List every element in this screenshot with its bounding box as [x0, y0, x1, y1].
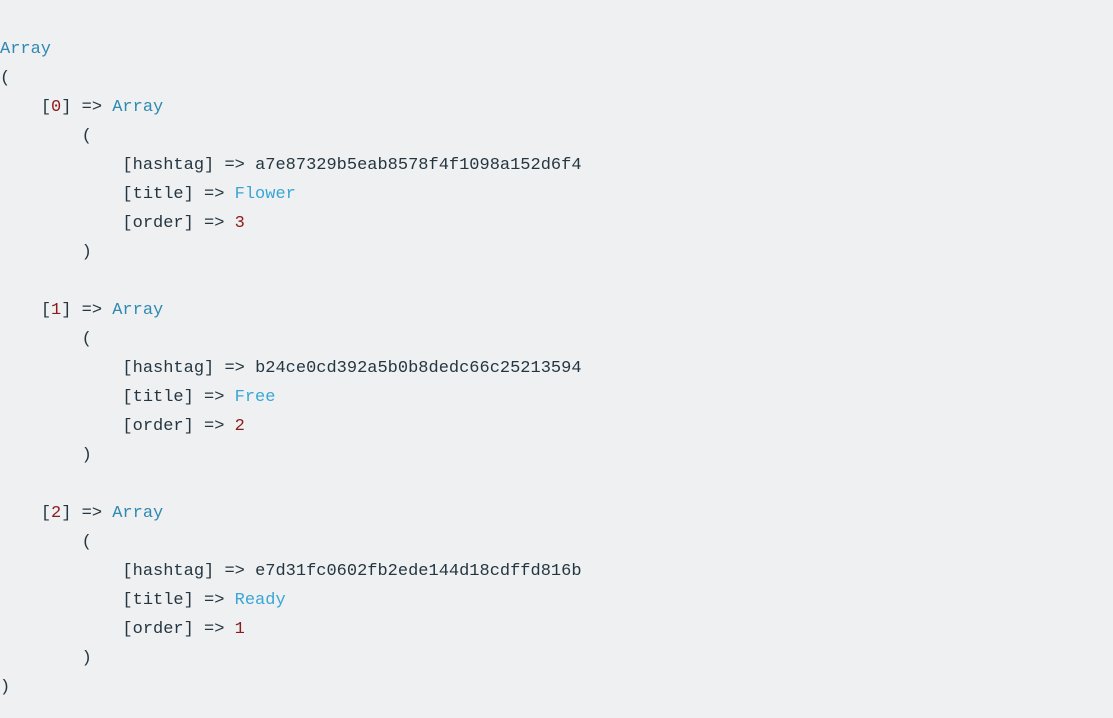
line-item-1-hashtag: [hashtag] => b24ce0cd392a5b0b8dedc66c252…: [0, 354, 1113, 383]
arrow: =>: [204, 620, 225, 639]
line-item-1-order: [order] => 2: [0, 412, 1113, 441]
close-paren: ): [81, 649, 92, 668]
item-index: 2: [51, 504, 62, 523]
bracket-open: [: [122, 185, 133, 204]
bracket-close: ]: [61, 301, 72, 320]
key-label-title: title: [132, 185, 184, 204]
item-index: 0: [51, 98, 62, 117]
line-item-0-close-paren: ): [0, 238, 1113, 267]
line-root-open-paren: (: [0, 64, 1113, 93]
key-label-order: order: [132, 417, 184, 436]
arrow: =>: [81, 301, 103, 320]
line-item-2-hashtag: [hashtag] => e7d31fc0602fb2ede144d18cdff…: [0, 557, 1113, 586]
line-item-1-header: [1] => Array: [0, 296, 1113, 325]
value-order: 1: [234, 620, 245, 639]
bracket-close: ]: [183, 417, 194, 436]
line-item-2-title: [title] => Ready: [0, 586, 1113, 615]
bracket-close: ]: [204, 359, 215, 378]
line-item-0-header: [0] => Array: [0, 93, 1113, 122]
value-hashtag: a7e87329b5eab8578f4f1098a152d6f4: [255, 156, 582, 175]
bracket-open: [: [122, 214, 133, 233]
close-paren: ): [81, 243, 92, 262]
bracket-close: ]: [183, 185, 194, 204]
line-item-2-header: [2] => Array: [0, 499, 1113, 528]
line-blank: [0, 470, 1113, 499]
bracket-open: [: [40, 301, 52, 320]
arrow: =>: [81, 98, 103, 117]
bracket-close: ]: [204, 562, 215, 581]
bracket-close: ]: [183, 388, 194, 407]
arrow: =>: [204, 185, 225, 204]
bracket-close: ]: [183, 620, 194, 639]
bracket-open: [: [122, 388, 133, 407]
value-title: Flower: [234, 185, 296, 204]
line-item-2-order: [order] => 1: [0, 615, 1113, 644]
array-keyword: Array: [112, 504, 164, 523]
arrow: =>: [81, 504, 103, 523]
key-label-hashtag: hashtag: [132, 359, 205, 378]
arrow: =>: [224, 359, 245, 378]
bracket-close: ]: [204, 156, 215, 175]
line-item-2-close-paren: ): [0, 644, 1113, 673]
bracket-open: [: [122, 156, 133, 175]
array-keyword: Array: [112, 98, 164, 117]
bracket-close: ]: [183, 214, 194, 233]
value-title: Ready: [234, 591, 286, 610]
open-paren: (: [81, 127, 92, 146]
bracket-open: [: [40, 98, 52, 117]
line-blank: [0, 267, 1113, 296]
key-label-order: order: [132, 620, 184, 639]
value-hashtag: b24ce0cd392a5b0b8dedc66c25213594: [255, 359, 582, 378]
arrow: =>: [204, 591, 225, 610]
line-item-0-title: [title] => Flower: [0, 180, 1113, 209]
arrow: =>: [224, 156, 245, 175]
line-item-2-open-paren: (: [0, 528, 1113, 557]
array-keyword: Array: [0, 40, 52, 59]
key-label-title: title: [132, 388, 184, 407]
line-item-0-hashtag: [hashtag] => a7e87329b5eab8578f4f1098a15…: [0, 151, 1113, 180]
bracket-close: ]: [183, 591, 194, 610]
bracket-open: [: [122, 591, 133, 610]
line-root-close-paren: ): [0, 673, 1113, 702]
close-paren: ): [81, 446, 92, 465]
print-r-output: Array( [0] => Array ( [hashtag] => a7e87…: [0, 17, 1113, 718]
bracket-open: [: [122, 620, 133, 639]
arrow: =>: [224, 562, 245, 581]
line-item-0-order: [order] => 3: [0, 209, 1113, 238]
key-label-hashtag: hashtag: [132, 562, 205, 581]
line-item-1-close-paren: ): [0, 441, 1113, 470]
line-item-0-open-paren: (: [0, 122, 1113, 151]
line-root-keyword: Array: [0, 35, 1113, 64]
array-keyword: Array: [112, 301, 164, 320]
key-label-title: title: [132, 591, 184, 610]
arrow: =>: [204, 388, 225, 407]
item-index: 1: [51, 301, 62, 320]
bracket-open: [: [122, 359, 133, 378]
open-paren: (: [0, 69, 11, 88]
bracket-open: [: [122, 562, 133, 581]
value-title: Free: [234, 388, 276, 407]
bracket-open: [: [40, 504, 52, 523]
value-order: 2: [234, 417, 245, 436]
bracket-close: ]: [61, 98, 72, 117]
open-paren: (: [81, 533, 92, 552]
arrow: =>: [204, 417, 225, 436]
line-item-1-open-paren: (: [0, 325, 1113, 354]
close-paren: ): [0, 678, 11, 697]
value-hashtag: e7d31fc0602fb2ede144d18cdffd816b: [255, 562, 582, 581]
key-label-order: order: [132, 214, 184, 233]
key-label-hashtag: hashtag: [132, 156, 205, 175]
line-item-1-title: [title] => Free: [0, 383, 1113, 412]
bracket-open: [: [122, 417, 133, 436]
open-paren: (: [81, 330, 92, 349]
bracket-close: ]: [61, 504, 72, 523]
arrow: =>: [204, 214, 225, 233]
value-order: 3: [234, 214, 245, 233]
